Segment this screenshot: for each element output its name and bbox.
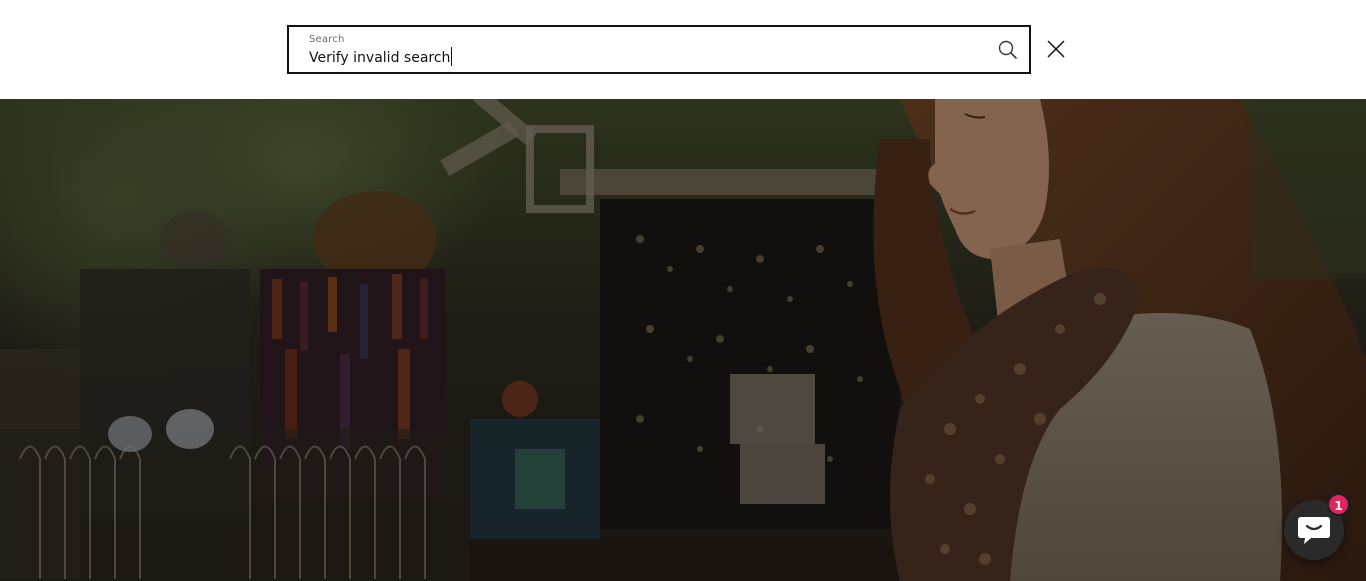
chat-icon xyxy=(1297,515,1331,549)
search-modal-header: Search Verify invalid search xyxy=(0,0,1366,99)
search-input-value[interactable]: Verify invalid search xyxy=(309,50,450,66)
text-caret xyxy=(451,47,453,66)
hero-dim-overlay xyxy=(0,99,1366,581)
search-field[interactable]: Search Verify invalid search xyxy=(287,25,1031,74)
chat-unread-badge: 1 xyxy=(1327,493,1350,516)
search-label: Search xyxy=(309,34,345,45)
close-icon[interactable] xyxy=(1045,38,1067,60)
hero-banner-image xyxy=(0,99,1366,581)
search-icon[interactable] xyxy=(997,39,1019,61)
search-input[interactable]: Verify invalid search xyxy=(309,47,969,69)
